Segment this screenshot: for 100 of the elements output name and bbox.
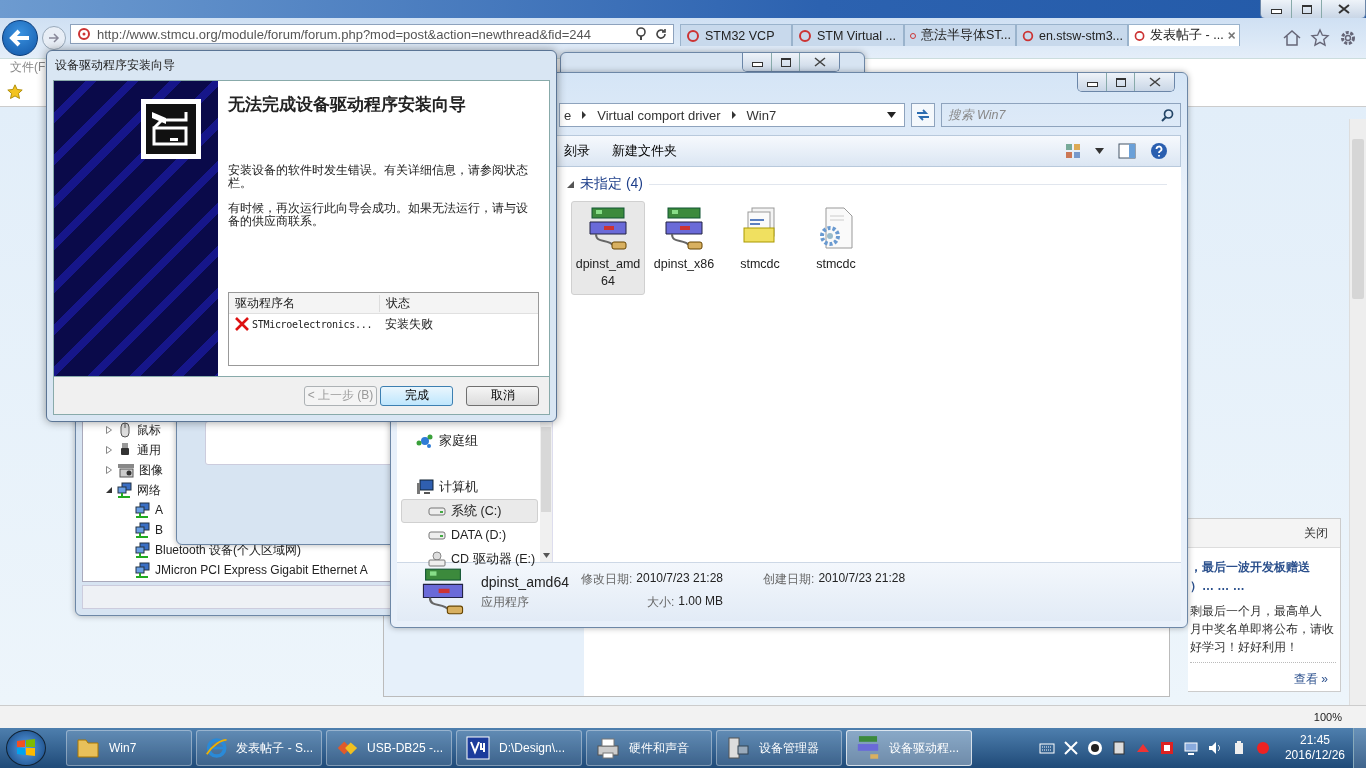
driver-name: STMicroelectronics... xyxy=(252,318,373,330)
close-link[interactable]: 关闭 xyxy=(1304,524,1328,542)
nav-item[interactable]: CD 驱动器 (E:) xyxy=(401,547,538,571)
group-header[interactable]: 未指定 (4) xyxy=(580,175,643,193)
zoom-level[interactable]: 100% xyxy=(1313,711,1342,723)
refresh-icon xyxy=(914,108,931,122)
taskbar-button[interactable]: USB-DB25 -... xyxy=(326,730,452,766)
refresh-button[interactable] xyxy=(910,103,935,127)
nav-item[interactable]: DATA (D:) xyxy=(401,523,538,547)
favorites-star-icon[interactable] xyxy=(6,83,24,101)
browser-tab[interactable]: en.stsw-stm3... xyxy=(1016,24,1128,46)
help-icon[interactable] xyxy=(1150,142,1168,160)
star-icon[interactable] xyxy=(1310,28,1330,48)
close-icon xyxy=(1148,77,1161,87)
taskbar-button[interactable]: 发表帖子 - S... xyxy=(196,730,322,766)
dialog-button[interactable]: 完成 xyxy=(380,385,453,406)
drive-icon xyxy=(428,506,446,516)
dropdown-icon[interactable] xyxy=(886,112,896,118)
browser-tab[interactable]: 发表帖子 - ... xyxy=(1128,24,1240,46)
search-icon[interactable] xyxy=(635,27,649,41)
breadcrumb-item[interactable]: e xyxy=(564,107,572,123)
toolbar-button[interactable]: 新建文件夹 xyxy=(608,140,681,162)
nav-item[interactable]: 系统 (C:) xyxy=(401,499,538,523)
breadcrumb-bar[interactable]: e Virtual comport driver Win7 xyxy=(559,103,905,127)
device-label[interactable]: 网络 xyxy=(137,481,161,499)
view-more-link[interactable]: 查看 » xyxy=(1294,672,1328,686)
dialog-button[interactable]: 取消 xyxy=(466,385,539,406)
file-item[interactable]: dpinst_amd64 xyxy=(571,201,645,295)
taskbar-button[interactable]: 硬件和声音 xyxy=(586,730,712,766)
scroll-bar[interactable] xyxy=(1349,119,1366,705)
file-item[interactable]: stmcdc xyxy=(799,201,873,295)
browser-tab[interactable]: 意法半导体ST... xyxy=(904,24,1016,46)
device-label[interactable]: 图像 xyxy=(139,461,163,479)
installer-icon xyxy=(662,206,706,252)
notice-headline[interactable]: ，最后一波开发板赠送 xyxy=(1190,558,1336,577)
keyboard-icon[interactable] xyxy=(1038,741,1055,755)
network-adapter-icon xyxy=(135,542,151,558)
search-field[interactable]: 搜索 Win7 xyxy=(940,103,1181,127)
wizard-message: 有时候，再次运行此向导会成功。如果无法运行，请与设备的供应商联系。 xyxy=(228,202,529,228)
close-button[interactable] xyxy=(1134,73,1174,91)
notice-headline[interactable]: ）… … … xyxy=(1190,577,1336,596)
column-header[interactable]: 驱动程序名 xyxy=(229,294,380,312)
device-label[interactable]: B xyxy=(155,523,163,537)
browser-tab[interactable]: STM32 VCP xyxy=(680,24,792,46)
home-icon[interactable] xyxy=(1282,28,1302,48)
volume-icon[interactable] xyxy=(1206,740,1223,756)
column-header[interactable]: 状态 xyxy=(380,294,410,312)
site-icon xyxy=(797,27,813,44)
minimize-button[interactable] xyxy=(1078,73,1106,91)
back-button[interactable] xyxy=(2,20,38,56)
app-icon xyxy=(465,735,491,761)
start-button[interactable] xyxy=(6,730,46,766)
tray-app-icon[interactable] xyxy=(1110,740,1127,756)
maximize-button[interactable] xyxy=(1291,0,1321,18)
address-bar[interactable]: http://www.stmcu.org/module/forum/forum.php?mod=post&action=newthread&fid=244 xyxy=(70,24,674,44)
tray-app-icon[interactable] xyxy=(1158,740,1175,756)
collapse-icon[interactable] xyxy=(567,180,574,188)
forward-button[interactable] xyxy=(42,26,66,50)
device-label[interactable]: 鼠标 xyxy=(137,421,161,439)
preview-pane-icon[interactable] xyxy=(1118,143,1136,159)
maximize-button[interactable] xyxy=(771,53,799,71)
file-item[interactable]: stmcdc xyxy=(723,201,797,295)
taskbar-button[interactable]: 设备管理器 xyxy=(716,730,842,766)
menu-item[interactable]: 文件(F xyxy=(10,60,46,74)
hardware-icon xyxy=(140,98,202,160)
breadcrumb-item[interactable]: Win7 xyxy=(746,107,777,123)
device-label[interactable]: 通用 xyxy=(137,441,161,459)
close-button[interactable] xyxy=(799,53,839,71)
mouse-icon xyxy=(117,422,133,438)
tab-close-icon[interactable] xyxy=(1227,31,1235,40)
network-adapter-icon xyxy=(117,482,133,498)
taskbar-button[interactable]: Win7 xyxy=(66,730,192,766)
tray-app-icon[interactable] xyxy=(1086,740,1103,756)
tray-app-icon[interactable] xyxy=(1062,740,1079,756)
taskbar-button[interactable]: D:\Design\... xyxy=(456,730,582,766)
nav-item[interactable]: 家庭组 xyxy=(401,429,538,453)
notice-text: 好学习！好好利用！ xyxy=(1190,639,1299,656)
scroll-down-icon[interactable] xyxy=(543,553,550,558)
toolbar-button[interactable]: 刻录 xyxy=(560,140,594,162)
chevron-icon xyxy=(730,111,737,119)
maximize-button[interactable] xyxy=(1106,73,1134,91)
clock[interactable]: 21:45 2016/12/26 xyxy=(1284,733,1345,763)
nav-item[interactable]: 计算机 xyxy=(401,475,538,499)
close-button[interactable] xyxy=(1321,0,1365,18)
view-options-icon[interactable] xyxy=(1065,143,1081,159)
device-label[interactable]: A xyxy=(155,503,163,517)
device-label[interactable]: Bluetooth 设备(个人区域网) xyxy=(155,541,302,559)
dropdown-icon[interactable] xyxy=(1095,148,1104,154)
minimize-button[interactable] xyxy=(1261,0,1291,18)
expander-icon[interactable] xyxy=(105,486,113,494)
minimize-button[interactable] xyxy=(743,53,771,71)
device-label[interactable]: JMicron PCI Express Gigabit Ethernet A xyxy=(155,563,368,577)
settings-icon[interactable] xyxy=(1338,28,1358,48)
network-adapter-icon xyxy=(135,502,151,518)
file-item[interactable]: dpinst_x86 xyxy=(647,201,721,295)
site-icon xyxy=(77,27,91,41)
refresh-icon[interactable] xyxy=(655,28,667,40)
browser-tab[interactable]: STM Virtual ... xyxy=(792,24,904,46)
network-icon[interactable] xyxy=(1182,740,1199,756)
breadcrumb-item[interactable]: Virtual comport driver xyxy=(597,107,721,123)
